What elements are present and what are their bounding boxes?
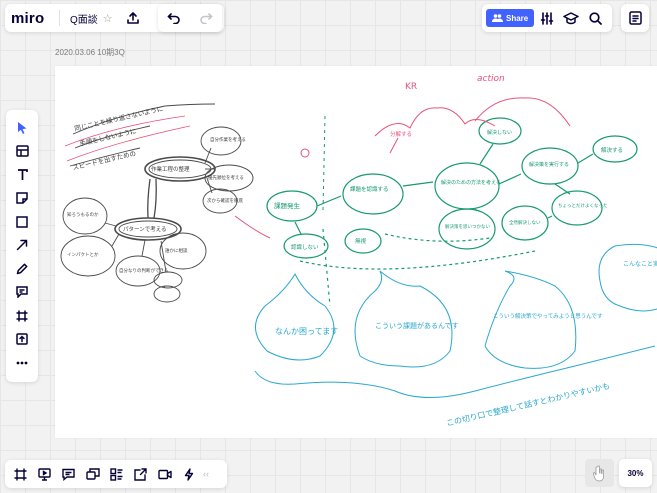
board-panel-button[interactable] (621, 4, 649, 32)
green-flowchart-text: 課題発生 認識しない 課題を認識する 無視 解決のための方法を考える 解決しない… (274, 129, 623, 251)
node-work-organize: 作業工程の整理 (151, 165, 190, 173)
node-think-solution: 解決のための方法を考える (441, 179, 501, 186)
zoom-level[interactable]: 30% (619, 459, 652, 487)
board-name[interactable]: Q面談 (70, 11, 98, 26)
history-controls (158, 4, 222, 32)
chat-icon[interactable] (57, 462, 80, 486)
pen-icon[interactable] (10, 257, 34, 281)
bubble-solution: こういう解決策でやってみようと思うんです (493, 312, 603, 320)
pink-dot (300, 148, 310, 158)
left-toolbar (6, 110, 38, 382)
connection-line-icon[interactable] (10, 234, 34, 258)
node-execute: 解決策を実行する (529, 161, 569, 168)
top-right-toolbar: Share (482, 4, 612, 32)
node-know: 知ろうもるのか (67, 211, 99, 218)
node-pattern: パターンで考える (123, 225, 167, 233)
header-line-3: スピードを出すための (71, 149, 136, 172)
node-not-at-all: 全然解決しない (509, 219, 541, 226)
frame-tool-icon[interactable] (10, 304, 34, 328)
node-impact: インパクトとか (67, 251, 99, 258)
select-tool-icon[interactable] (10, 116, 34, 140)
bubble-execute: こんなこと実行 (623, 260, 657, 268)
presentation-icon[interactable] (33, 462, 56, 486)
node-judge: 自分なりの判断ができる (119, 267, 168, 274)
pink-connector (234, 215, 271, 239)
board-frame[interactable]: 同じことを繰り返さないように 手順をしないように スピードを出すための 作業工程… (55, 66, 657, 438)
action-label: action (477, 74, 505, 84)
frames-icon[interactable] (9, 462, 32, 486)
node-recognize-issue: 課題を認識する (350, 185, 389, 193)
node-issue-occurs: 課題発生 (274, 201, 301, 210)
bubble-issue: こういう課題があるんです (375, 321, 459, 330)
frame-title[interactable]: 2020.03.06 10期3Q (55, 47, 125, 58)
divider (59, 10, 60, 26)
more-tools-icon[interactable] (10, 351, 34, 375)
bottom-note: この切り口で整理して話すとわかりやすいかも (445, 380, 611, 427)
screen-share-icon[interactable] (129, 462, 152, 486)
bubble-trouble: なんか困ってます (275, 327, 338, 336)
power-ups-icon[interactable] (177, 462, 200, 486)
breakdown-label: 分解する (390, 130, 412, 138)
cyan-notes (254, 243, 657, 398)
green-flowchart (266, 117, 638, 307)
pink-labels (322, 97, 571, 212)
hand-icon (592, 465, 604, 481)
node-ignore: 無視 (355, 237, 367, 245)
bottom-toolbar: ‹‹ (5, 460, 227, 488)
miro-logo: miro (11, 9, 45, 27)
comment-icon[interactable] (10, 281, 34, 305)
node-consult: 誰かに相談 (165, 247, 188, 254)
node-priority: 優先順位を考える (208, 174, 244, 181)
node-not-recognized: 認識しない (291, 243, 319, 251)
node-solved: 解決する (601, 146, 623, 154)
learning-cap-icon[interactable] (559, 6, 583, 30)
collapse-chevron-icon[interactable]: ‹‹ (203, 469, 209, 479)
share-button[interactable]: Share (486, 9, 535, 27)
star-icon[interactable]: ☆ (103, 12, 113, 25)
list-panel-icon (628, 11, 642, 25)
export-icon[interactable] (121, 6, 145, 30)
search-icon[interactable] (584, 6, 608, 30)
upload-icon[interactable] (10, 328, 34, 352)
node-slightly-better: ちょっとだけよくなった (558, 202, 608, 209)
shape-tool-icon[interactable] (10, 210, 34, 234)
text-tool-icon[interactable] (10, 163, 34, 187)
settings-sliders-icon[interactable] (535, 6, 559, 30)
node-confirm: 次から確認を徹底 (207, 197, 243, 204)
video-call-icon[interactable] (153, 462, 176, 486)
cards-icon[interactable] (81, 462, 104, 486)
hand-tool-button[interactable] (585, 459, 614, 487)
node-unsolved: 解決しない (487, 129, 512, 136)
node-own-work: 自分作業を考える (210, 136, 246, 143)
users-icon (492, 14, 503, 22)
kr-label: KR (405, 82, 417, 92)
whiteboard-drawing: 同じことを繰り返さないように 手順をしないように スピードを出すための 作業工程… (60, 74, 657, 428)
node-no-idea: 解決策を思いつかない (445, 223, 490, 230)
sticky-note-icon[interactable] (10, 187, 34, 211)
share-label: Share (506, 13, 529, 23)
undo-icon[interactable] (162, 6, 186, 30)
redo-icon[interactable] (194, 6, 218, 30)
kanban-icon[interactable] (105, 462, 128, 486)
templates-icon[interactable] (10, 140, 34, 164)
